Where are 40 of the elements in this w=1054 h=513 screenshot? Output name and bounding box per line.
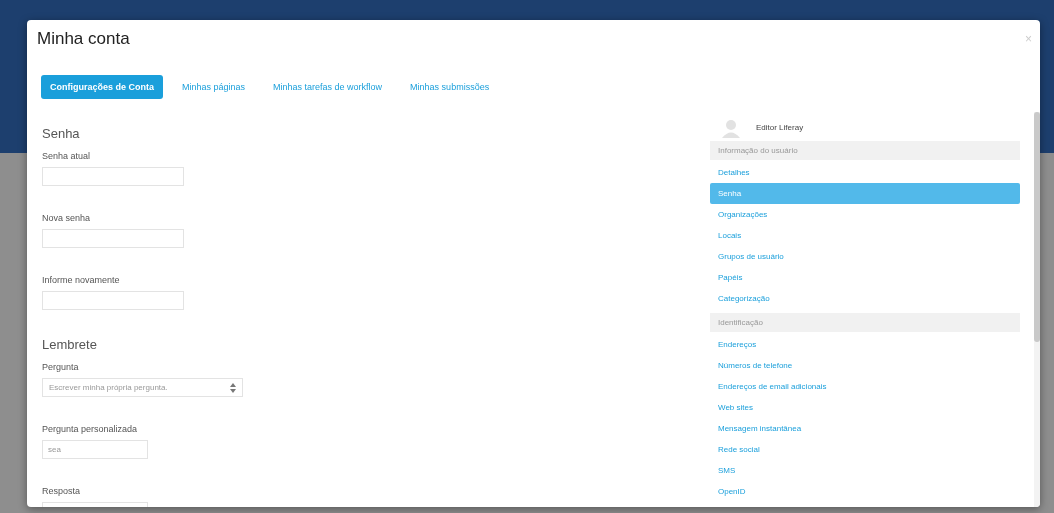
user-name: Editor Liferay [756, 123, 804, 132]
field-label: Resposta [42, 486, 82, 496]
sidebar-item[interactable]: Locais [710, 225, 1020, 246]
field-label: Informe novamente [42, 275, 121, 285]
sidebar-item[interactable]: Endereços de email adicionais [710, 376, 1020, 397]
group-header: Informação do usuário [710, 141, 1020, 160]
sidebar-item[interactable]: Mensagem instantânea [710, 418, 1020, 439]
input-field[interactable]: sea [42, 440, 148, 459]
section-heading: Senha [42, 126, 81, 141]
field-label: Senha atual [42, 151, 92, 161]
select-field[interactable]: Escrever minha própria pergunta. [42, 378, 243, 397]
sidebar-item[interactable]: OpenID [710, 481, 1020, 502]
tab[interactable]: Minhas tarefas de workflow [264, 75, 392, 99]
sidebar-item[interactable]: Categorização [710, 288, 1020, 309]
tab[interactable]: Minhas submissões [401, 75, 499, 99]
avatar-icon [720, 117, 742, 138]
group-header: Identificação [710, 313, 1020, 332]
input-field[interactable] [42, 291, 184, 310]
tab[interactable]: Configurações de Conta [41, 75, 163, 99]
scrollbar[interactable] [1034, 112, 1040, 507]
sidebar-item[interactable]: Web sites [710, 397, 1020, 418]
sidebar-item[interactable]: Endereços [710, 334, 1020, 355]
close-button[interactable]: × [1025, 32, 1032, 46]
sidebar-item[interactable]: Senha [710, 183, 1020, 204]
updown-icon [230, 382, 236, 393]
sidebar-item[interactable]: Números de telefone [710, 355, 1020, 376]
tab[interactable]: Minhas páginas [173, 75, 255, 99]
input-field[interactable] [42, 167, 184, 186]
sidebar-item[interactable]: Organizações [710, 204, 1020, 225]
modal-title: Minha conta [37, 29, 130, 49]
input-field[interactable] [42, 229, 184, 248]
field-label: Pergunta personalizada [42, 424, 139, 434]
sidebar-item[interactable]: Detalhes [710, 162, 1020, 183]
field-label: Nova senha [42, 213, 92, 223]
sidebar-item[interactable]: Grupos de usuário [710, 246, 1020, 267]
sidebar-item[interactable]: Papéis [710, 267, 1020, 288]
field-label: Pergunta [42, 362, 80, 372]
sidebar-item[interactable]: Rede social [710, 439, 1020, 460]
sidebar-item[interactable]: SMS [710, 460, 1020, 481]
section-heading: Lembrete [42, 337, 98, 352]
